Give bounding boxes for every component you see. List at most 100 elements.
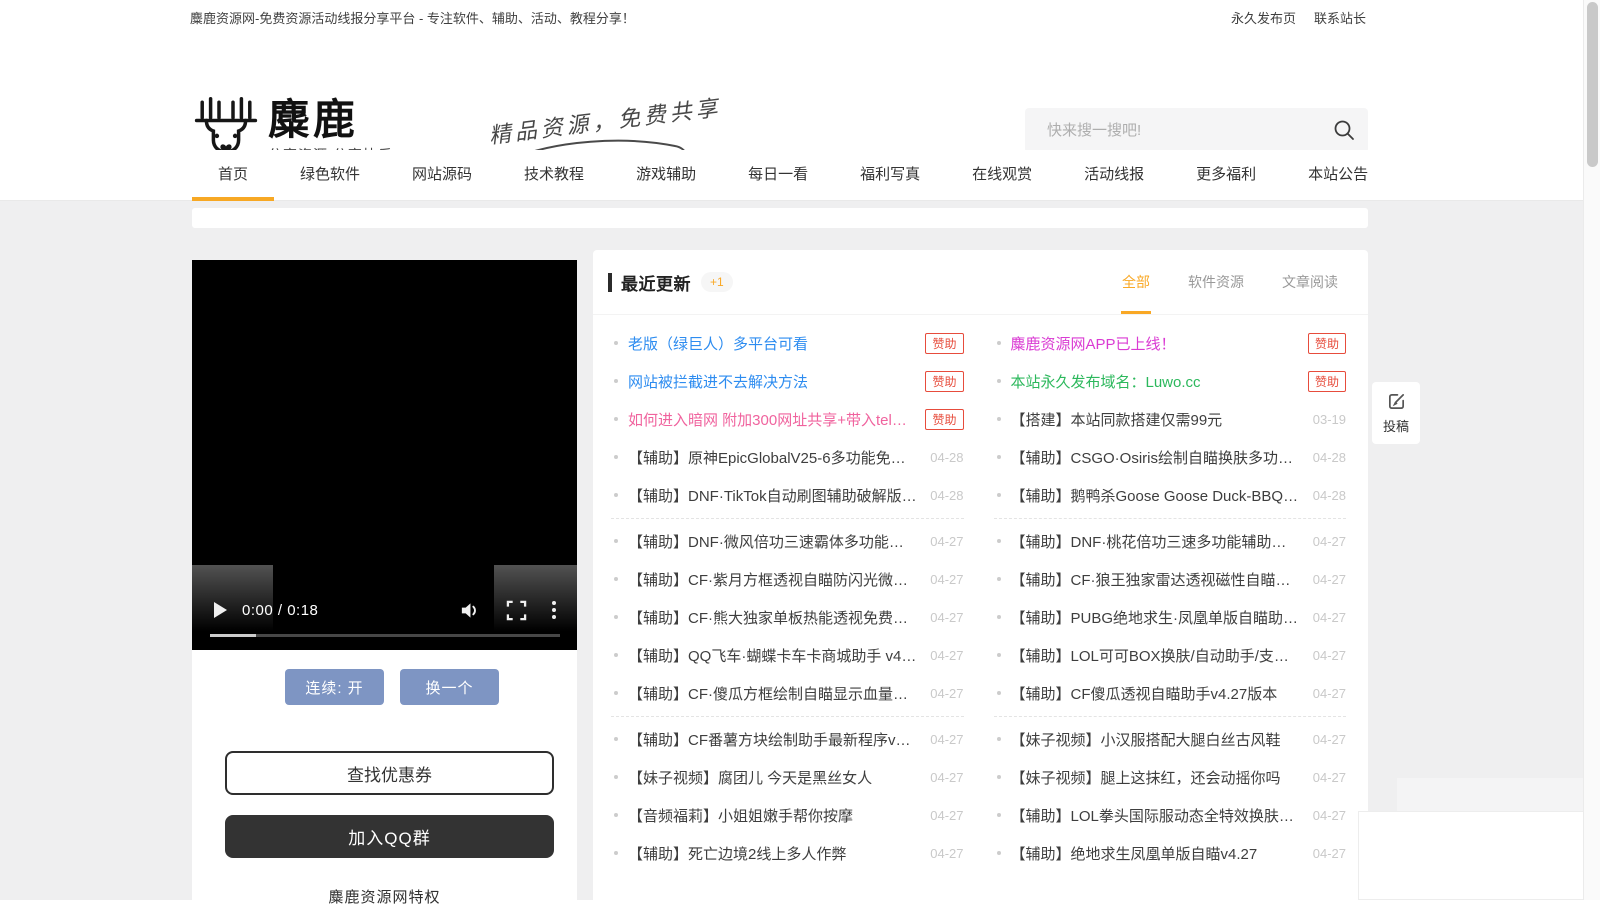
list-column-right: 麋鹿资源网APP已上线！赞助本站永久发布域名：Luwo.cc赞助【搭建】本站同款…: [994, 324, 1347, 872]
post-date: 04-28: [1313, 488, 1346, 503]
join-qq-group-button[interactable]: 加入QQ群: [225, 815, 554, 858]
recent-tab[interactable]: 文章阅读: [1282, 251, 1338, 314]
post-link[interactable]: 老版（绿巨人）多平台可看: [628, 333, 913, 354]
post-link[interactable]: 【辅助】CF·紫月方框透视自瞄防闪光微加速...: [628, 569, 918, 590]
post-link[interactable]: 【辅助】绝地求生凤凰单版自瞄v4.27: [1011, 843, 1301, 864]
bullet-icon: [997, 493, 1001, 497]
bullet-icon: [997, 737, 1001, 741]
post-link[interactable]: 【辅助】CF·傻瓜方框绘制自瞄显示血量辅助...: [628, 683, 918, 704]
post-link[interactable]: 【辅助】DNF·桃花倍功三速多功能辅助破解版...: [1011, 531, 1301, 552]
post-link[interactable]: 【辅助】CF·熊大独家单板热能透视免费辅助 v...: [628, 607, 918, 628]
video-frame[interactable]: [273, 260, 494, 650]
post-link[interactable]: 【妹子视频】腿上这抹红，还会动摇你吗: [1011, 767, 1301, 788]
logo-title: 麋鹿: [268, 98, 398, 142]
post-date: 04-27: [930, 648, 963, 663]
post-date: 04-27: [1313, 610, 1346, 625]
post-link[interactable]: 【辅助】LOL可可BOX换肤/自动助手/支持国...: [1011, 645, 1301, 666]
post-link[interactable]: 【搭建】本站同款搭建仅需99元: [1011, 409, 1301, 430]
volume-icon[interactable]: [459, 600, 480, 621]
list-divider: [611, 716, 964, 717]
nav-item[interactable]: 每日一看: [722, 150, 834, 200]
page-scrollbar[interactable]: [1583, 0, 1600, 900]
post-date: 04-27: [930, 686, 963, 701]
find-coupon-button[interactable]: 查找优惠券: [225, 751, 554, 795]
search-input[interactable]: [1025, 108, 1347, 153]
bullet-icon: [997, 775, 1001, 779]
nav-item[interactable]: 更多福利: [1170, 150, 1282, 200]
contact-admin-link[interactable]: 联系站长: [1314, 0, 1366, 38]
nav-item[interactable]: 游戏辅助: [610, 150, 722, 200]
nav-item[interactable]: 活动线报: [1058, 150, 1170, 200]
post-date: 04-27: [1313, 808, 1346, 823]
video-time: 0:00 / 0:18: [242, 602, 318, 619]
nav-item[interactable]: 本站公告: [1282, 150, 1394, 200]
post-date: 04-27: [930, 534, 963, 549]
list-item: 【辅助】PUBG绝地求生·凤凰单版自瞄助手 v4... 04-27: [994, 598, 1347, 636]
recent-updates-header: 最近更新 +1 全部软件资源文章阅读: [593, 250, 1368, 315]
post-link[interactable]: 网站被拦截进不去解决方法: [628, 371, 913, 392]
post-link[interactable]: 【辅助】LOL拳头国际服动态全特效换肤13.8: [1011, 805, 1301, 826]
post-link[interactable]: 【辅助】鹅鸭杀Goose Goose Duck-BBQ免...: [1011, 485, 1301, 506]
nav-item[interactable]: 在线观赏: [946, 150, 1058, 200]
post-link[interactable]: 【音频福莉】小姐姐嫩手帮你按摩: [628, 805, 918, 826]
post-link[interactable]: 本站永久发布域名：Luwo.cc: [1011, 371, 1296, 392]
list-item: 【辅助】CF番薯方块绘制助手最新程序v4.2704-27: [611, 720, 964, 758]
publish-page-link[interactable]: 永久发布页: [1231, 0, 1296, 38]
sponsor-badge[interactable]: 赞助: [1308, 371, 1346, 392]
post-link[interactable]: 【妹子视频】小汉服搭配大腿白丝古风鞋: [1011, 729, 1301, 750]
search-icon[interactable]: [1333, 119, 1355, 141]
recent-tab[interactable]: 软件资源: [1188, 251, 1244, 314]
list-item: 【辅助】原神EpicGlobalV25-6多功能免费版 04-28: [611, 438, 964, 476]
recent-tab[interactable]: 全部: [1122, 251, 1150, 314]
left-sidebar-panel: 0:00 / 0:18 连续: 开 换一个 查找优惠券 加入QQ群 麋鹿资源网特…: [192, 260, 577, 900]
change-video-button[interactable]: 换一个: [400, 669, 499, 705]
post-link[interactable]: 【妹子视频】腐团儿 今天是黑丝女人: [628, 767, 918, 788]
more-options-icon[interactable]: [551, 600, 557, 620]
bullet-icon: [997, 653, 1001, 657]
play-icon[interactable]: [214, 602, 227, 618]
video-player[interactable]: 0:00 / 0:18: [192, 260, 577, 650]
floating-overlay-box: [1358, 811, 1600, 900]
submit-post-button[interactable]: 投稿: [1372, 382, 1420, 444]
post-link[interactable]: 如何进入暗网 附加300网址共享+带入telegra...: [628, 409, 913, 430]
list-item: 如何进入暗网 附加300网址共享+带入telegra... 赞助: [611, 400, 964, 438]
bullet-icon: [614, 851, 618, 855]
post-link[interactable]: 【辅助】QQ飞车·蝴蝶卡车卡商城助手 v4.27: [628, 645, 918, 666]
nav-item[interactable]: 绿色软件: [274, 150, 386, 200]
continuous-play-button[interactable]: 连续: 开: [285, 669, 384, 705]
post-link[interactable]: 麋鹿资源网APP已上线！: [1011, 333, 1296, 354]
list-item: 【辅助】CF·狼王独家雷达透视磁性自瞄免费...04-27: [994, 560, 1347, 598]
topbar: 麋鹿资源网-免费资源活动线报分享平台 - 专注软件、辅助、活动、教程分享！ 永久…: [0, 0, 1600, 39]
post-link[interactable]: 【辅助】PUBG绝地求生·凤凰单版自瞄助手 v4...: [1011, 607, 1301, 628]
bullet-icon: [614, 775, 618, 779]
post-link[interactable]: 【辅助】CF·狼王独家雷达透视磁性自瞄免费...: [1011, 569, 1301, 590]
post-link[interactable]: 【辅助】DNF·TikTok自动刷图辅助破解版 v4.28: [628, 485, 918, 506]
list-item: 【辅助】QQ飞车·蝴蝶卡车卡商城助手 v4.27 04-27: [611, 636, 964, 674]
bullet-icon: [997, 455, 1001, 459]
nav-item[interactable]: 福利写真: [834, 150, 946, 200]
post-date: 04-27: [930, 846, 963, 861]
nav-item[interactable]: 技术教程: [498, 150, 610, 200]
post-link[interactable]: 【辅助】CSGO·Osiris绘制自瞄换肤多功能作...: [1011, 447, 1301, 468]
video-progress-bar[interactable]: [210, 634, 560, 637]
post-date: 04-28: [930, 450, 963, 465]
fullscreen-icon[interactable]: [506, 600, 527, 621]
list-item: 【辅助】LOL拳头国际服动态全特效换肤13.8 04-27: [994, 796, 1347, 834]
header: 麋鹿 分享资源,分享快乐! 精品资源，免费共享: [0, 38, 1600, 150]
post-link[interactable]: 【辅助】原神EpicGlobalV25-6多功能免费版: [628, 447, 918, 468]
sponsor-badge[interactable]: 赞助: [1308, 333, 1346, 354]
scrollbar-thumb[interactable]: [1587, 2, 1598, 167]
sponsor-badge[interactable]: 赞助: [925, 371, 963, 392]
list-item: 【辅助】绝地求生凤凰单版自瞄v4.2704-27: [994, 834, 1347, 872]
bullet-icon: [997, 539, 1001, 543]
sponsor-badge[interactable]: 赞助: [925, 333, 963, 354]
list-item: 【辅助】DNF·微风倍功三速霸体多功能破解版... 04-27: [611, 522, 964, 560]
post-link[interactable]: 【辅助】DNF·微风倍功三速霸体多功能破解版...: [628, 531, 918, 552]
post-link[interactable]: 【辅助】CF番薯方块绘制助手最新程序v4.27: [628, 729, 918, 750]
nav-item[interactable]: 网站源码: [386, 150, 498, 200]
nav-item[interactable]: 首页: [192, 150, 274, 200]
post-link[interactable]: 【辅助】死亡边境2线上多人作弊: [628, 843, 918, 864]
sponsor-badge[interactable]: 赞助: [925, 409, 963, 430]
post-link[interactable]: 【辅助】CF傻瓜透视自瞄助手v4.27版本: [1011, 683, 1301, 704]
bullet-icon: [614, 455, 618, 459]
